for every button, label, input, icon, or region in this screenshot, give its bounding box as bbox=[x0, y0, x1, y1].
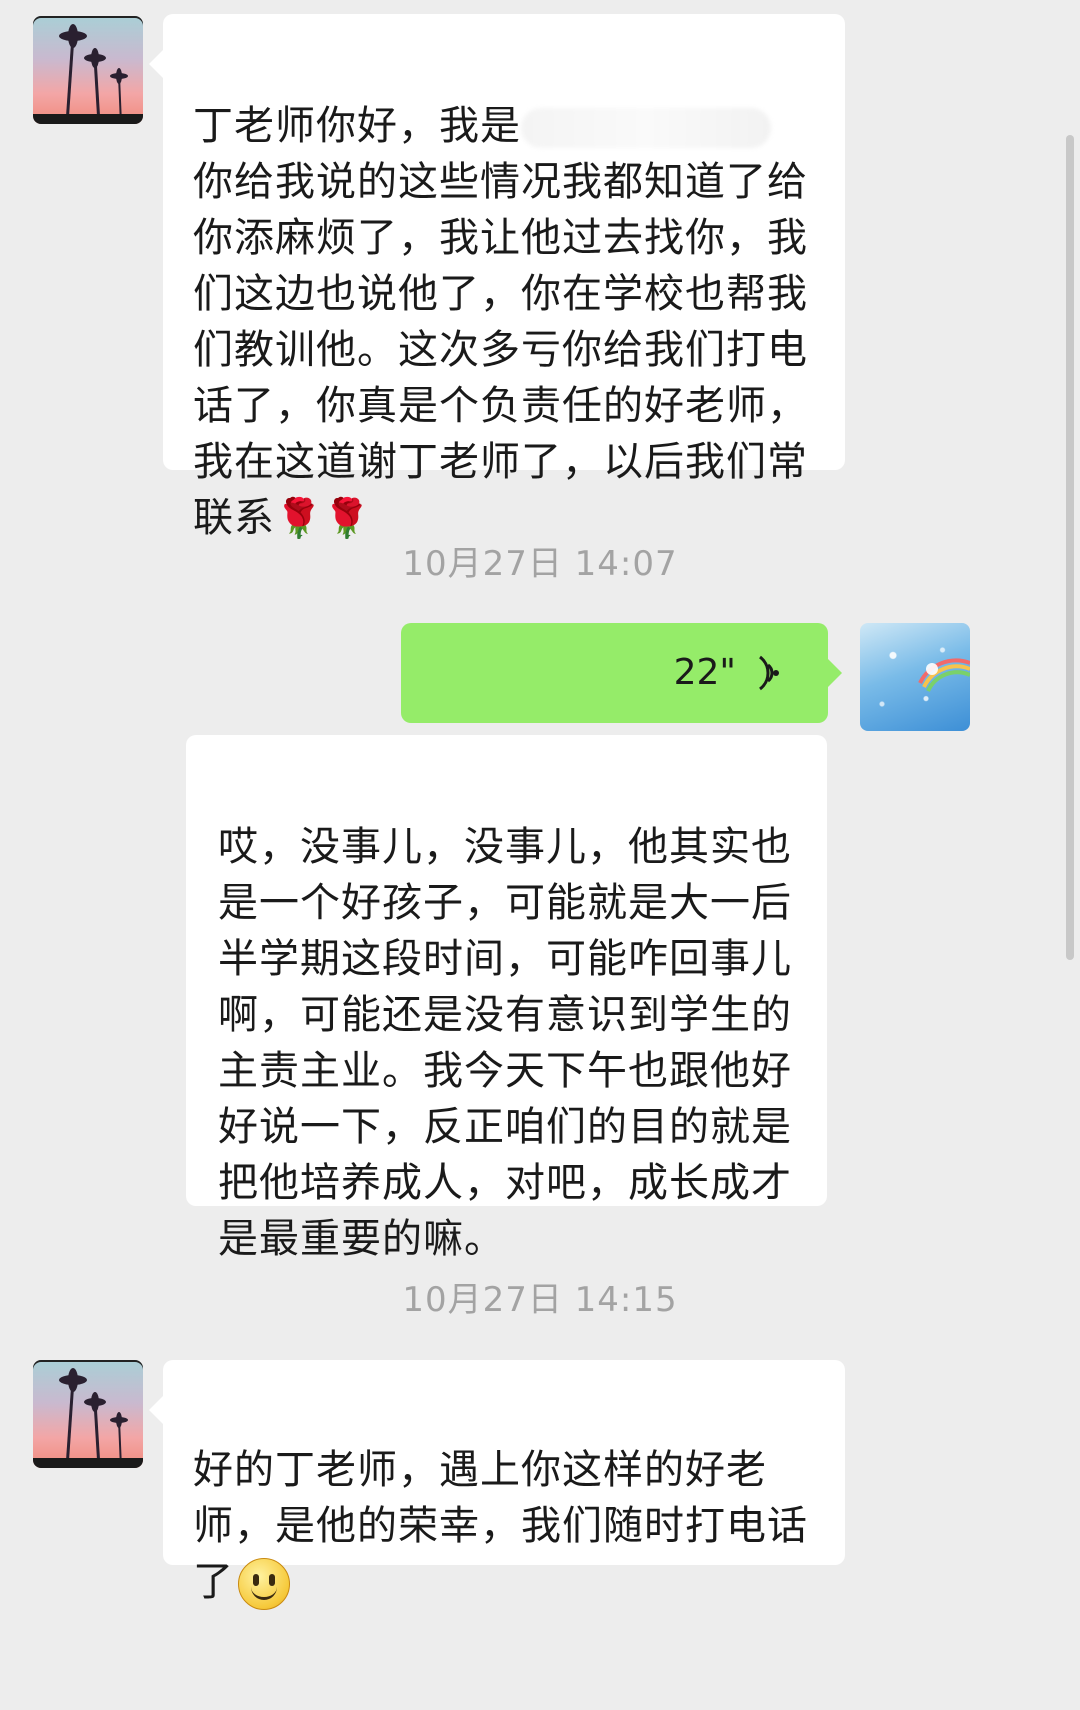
voice-duration: 22" bbox=[673, 652, 736, 693]
message-bubble-contact-2[interactable]: 好的丁老师，遇上你这样的好老 师，是他的荣幸，我们随时打电话 了 bbox=[149, 1360, 845, 1610]
redaction-blur bbox=[521, 108, 771, 148]
palm-tree-icon bbox=[33, 24, 143, 124]
my-avatar[interactable] bbox=[860, 623, 970, 731]
contact-avatar[interactable] bbox=[33, 1360, 143, 1468]
palm-tree-icon bbox=[33, 1368, 143, 1468]
timestamp: 10月27日 14:15 bbox=[402, 1280, 678, 1320]
message-bubble-me[interactable]: 哎，没事儿，没事儿，他其实也 是一个好孩子，可能就是大一后 半学期这段时间，可能… bbox=[186, 735, 827, 1262]
message-text: 哎，没事儿，没事儿，他其实也 是一个好孩子，可能就是大一后 半学期这段时间，可能… bbox=[218, 824, 792, 1262]
contact-avatar[interactable] bbox=[33, 16, 143, 124]
rose-emoji: 🌹🌹 bbox=[275, 496, 372, 540]
message-bubble-contact-1[interactable]: 丁老师你好，我是 你给我说的这些情况我都知道了给 你添麻烦了，我让他过去找你，我… bbox=[149, 14, 845, 541]
message-text-line-1: 丁老师你好，我是 bbox=[193, 103, 521, 149]
voice-wave-icon bbox=[759, 655, 779, 691]
smiley-emoji-icon bbox=[238, 1558, 290, 1610]
voice-message-bubble[interactable]: 22" bbox=[401, 623, 842, 723]
scrollbar[interactable] bbox=[1066, 135, 1074, 960]
rainbow-icon bbox=[918, 658, 970, 692]
timestamp: 10月27日 14:07 bbox=[402, 544, 678, 584]
message-text: 你给我说的这些情况我都知道了给 你添麻烦了，我让他过去找你，我 们这边也说他了，… bbox=[193, 159, 808, 541]
